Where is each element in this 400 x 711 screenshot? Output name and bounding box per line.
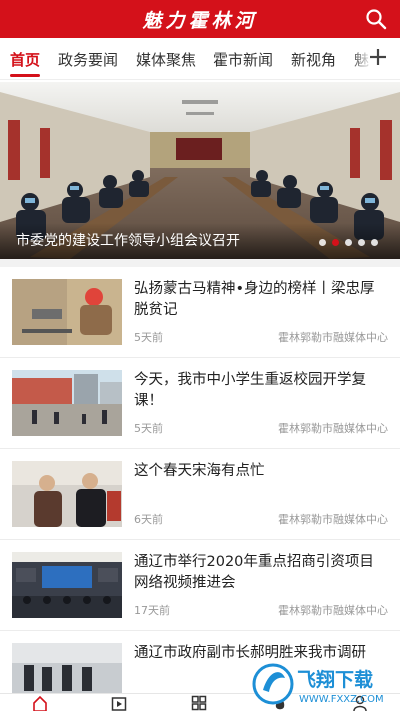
video-icon[interactable] [111,695,127,711]
news-thumbnail [12,461,122,527]
news-thumbnail [12,279,122,345]
news-list: 弘扬蒙古马精神•身边的榜样丨梁忠厚脱贫记 5天前 霍林郭勒市融媒体中心 今天，我… [0,267,400,711]
banner-carousel[interactable]: 市委党的建设工作领导小组会议召开 [0,82,400,259]
watermark-logo: 飞翔下载 WWW.FXXZ.COM [252,663,384,705]
tab-new-perspective[interactable]: 新视角 [291,49,336,70]
carousel-dot-active[interactable] [332,239,339,246]
news-title: 这个春天宋海有点忙 [134,463,265,479]
carousel-dot[interactable] [371,239,378,246]
news-source: 霍林郭勒市融媒体中心 [278,422,388,435]
app-header: 魅力霍林河 [0,0,400,38]
news-source: 霍林郭勒市融媒体中心 [278,604,388,617]
app-title: 魅力霍林河 [142,10,258,32]
home-icon[interactable] [32,695,48,711]
category-tabs: 首页 政务要闻 媒体聚焦 霍市新闻 新视角 魅 [0,38,400,80]
watermark-url: WWW.FXXZ.COM [299,694,384,705]
news-time: 5天前 [134,331,163,344]
carousel-dot[interactable] [345,239,352,246]
banner-caption: 市委党的建设工作领导小组会议召开 [0,223,400,259]
carousel-dot[interactable] [358,239,365,246]
section-divider [0,259,400,267]
carousel-dot[interactable] [319,239,326,246]
news-time: 17天前 [134,604,170,617]
news-item[interactable]: 通辽市举行2020年重点招商引资项目网络视频推进会 17天前 霍林郭勒市融媒体中… [0,540,400,631]
news-source: 霍林郭勒市融媒体中心 [278,513,388,526]
watermark-brand: 飞翔下载 [297,668,373,691]
news-item[interactable]: 弘扬蒙古马精神•身边的榜样丨梁忠厚脱贫记 5天前 霍林郭勒市融媒体中心 [0,267,400,358]
news-thumbnail [12,370,122,436]
active-tab-indicator [10,74,40,77]
tab-home[interactable]: 首页 [10,49,40,70]
carousel-dots [319,239,378,246]
news-title: 通辽市举行2020年重点招商引资项目网络视频推进会 [134,554,374,591]
news-time: 6天前 [134,513,163,526]
news-source: 霍林郭勒市融媒体中心 [278,331,388,344]
search-icon[interactable] [364,7,388,31]
news-title: 今天，我市中小学生重返校园开学复课！ [134,372,366,409]
tab-government-news[interactable]: 政务要闻 [58,49,118,70]
news-thumbnail [12,552,122,618]
tab-media-focus[interactable]: 媒体聚焦 [136,49,196,70]
news-title: 弘扬蒙古马精神•身边的榜样丨梁忠厚脱贫记 [134,281,375,318]
banner-caption-text: 市委党的建设工作领导小组会议召开 [16,233,240,249]
grid-icon[interactable] [191,695,207,711]
news-item[interactable]: 这个春天宋海有点忙 6天前 霍林郭勒市融媒体中心 [0,449,400,540]
plus-icon[interactable] [368,47,388,67]
news-item[interactable]: 今天，我市中小学生重返校园开学复课！ 5天前 霍林郭勒市融媒体中心 [0,358,400,449]
tab-city-news[interactable]: 霍市新闻 [213,49,273,70]
news-time: 5天前 [134,422,163,435]
app-screen: 魅力霍林河 首页 政务要闻 媒体聚焦 霍市新闻 新视角 魅 [0,0,400,711]
